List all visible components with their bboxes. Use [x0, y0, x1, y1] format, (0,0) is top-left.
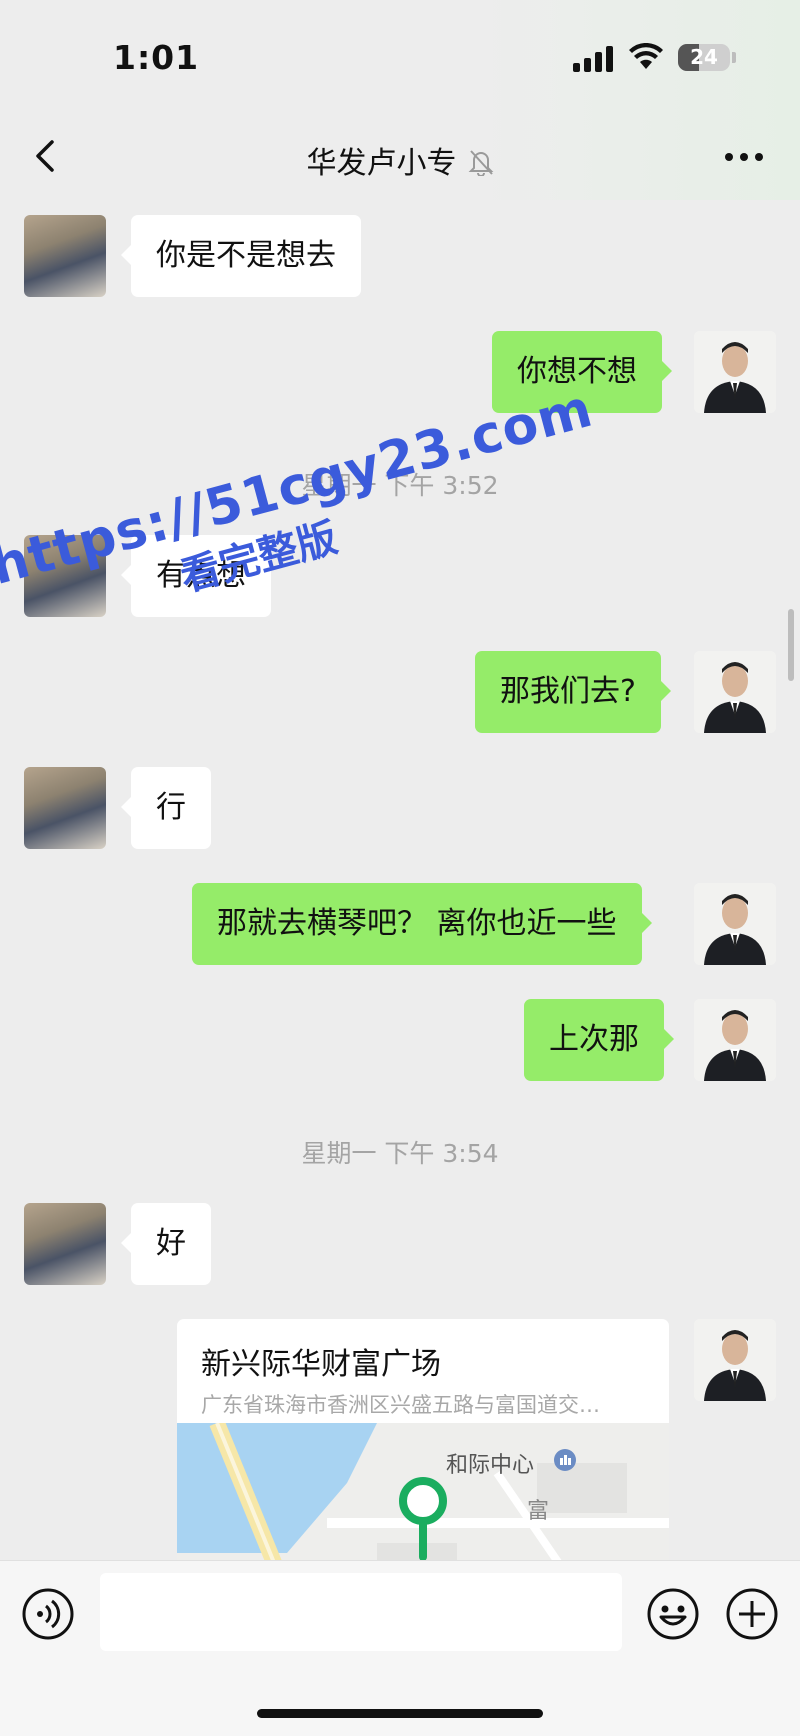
outgoing-message[interactable]: 上次那 [524, 999, 674, 1081]
map-poi-label: 和际中心 [446, 1453, 535, 1478]
voice-button[interactable] [21, 1587, 75, 1645]
my-avatar[interactable] [694, 883, 776, 965]
home-indicator [257, 1709, 543, 1718]
incoming-message[interactable]: 好 [121, 1203, 211, 1285]
message-list[interactable]: 你是不是想去 你想不想 星期一 下午 3:52 有点想 那我们去? 行 那就去横… [0, 200, 800, 1560]
person-icon [694, 999, 776, 1081]
input-bar [0, 1560, 800, 1736]
incoming-message[interactable]: 你是不是想去 [121, 215, 361, 297]
scrollbar[interactable] [788, 609, 794, 681]
person-icon [694, 651, 776, 733]
contact-avatar[interactable] [24, 767, 106, 849]
contact-avatar[interactable] [24, 215, 106, 297]
building-icon [554, 1449, 576, 1471]
incoming-message[interactable]: 行 [121, 767, 211, 849]
emoji-button[interactable] [646, 1587, 700, 1645]
map-pin-icon [399, 1477, 447, 1560]
outgoing-message[interactable]: 那我们去? [475, 651, 671, 733]
chat-title: 华发卢小专 [306, 146, 457, 181]
wifi-icon [629, 43, 663, 69]
location-name: 新兴际华财富广场 [201, 1347, 441, 1382]
my-avatar[interactable] [694, 651, 776, 733]
my-avatar[interactable] [694, 331, 776, 413]
my-avatar[interactable] [694, 999, 776, 1081]
chat-header: 华发卢小专 [0, 110, 800, 200]
bell-off-icon [468, 150, 493, 176]
emoji-icon [647, 1588, 699, 1640]
map-road-label: 富 [527, 1499, 550, 1524]
contact-avatar[interactable] [24, 1203, 106, 1285]
status-bar: 1:01 24 [0, 0, 800, 110]
battery-level: 24 [690, 45, 718, 69]
battery-tip [732, 52, 736, 63]
chat-title-group: 华发卢小专 [0, 138, 800, 182]
plus-button[interactable] [725, 1587, 779, 1645]
person-icon [694, 331, 776, 413]
plus-icon [726, 1588, 778, 1640]
map-preview[interactable]: P 和际中心 富 [177, 1419, 669, 1560]
more-button[interactable] [724, 148, 764, 161]
location-message[interactable]: 新兴际华财富广场 广东省珠海市香洲区兴盛五路与富国道交… P 和际中心 [177, 1319, 669, 1560]
outgoing-message[interactable]: 那就去横琴吧？ 离你也近一些 [192, 883, 652, 965]
timestamp: 星期一 下午 3:54 [301, 1139, 499, 1168]
message-input[interactable] [100, 1573, 622, 1651]
my-avatar[interactable] [694, 1319, 776, 1401]
location-address: 广东省珠海市香洲区兴盛五路与富国道交… [201, 1393, 600, 1417]
more-icon [725, 153, 763, 161]
battery-icon: 24 [678, 44, 730, 71]
person-icon [694, 883, 776, 965]
status-time: 1:01 [113, 38, 200, 77]
watermark: https://51cgy23.com 看完整版 [0, 379, 599, 733]
voice-icon [22, 1588, 74, 1640]
signal-icon [573, 46, 613, 72]
person-icon [694, 1319, 776, 1401]
